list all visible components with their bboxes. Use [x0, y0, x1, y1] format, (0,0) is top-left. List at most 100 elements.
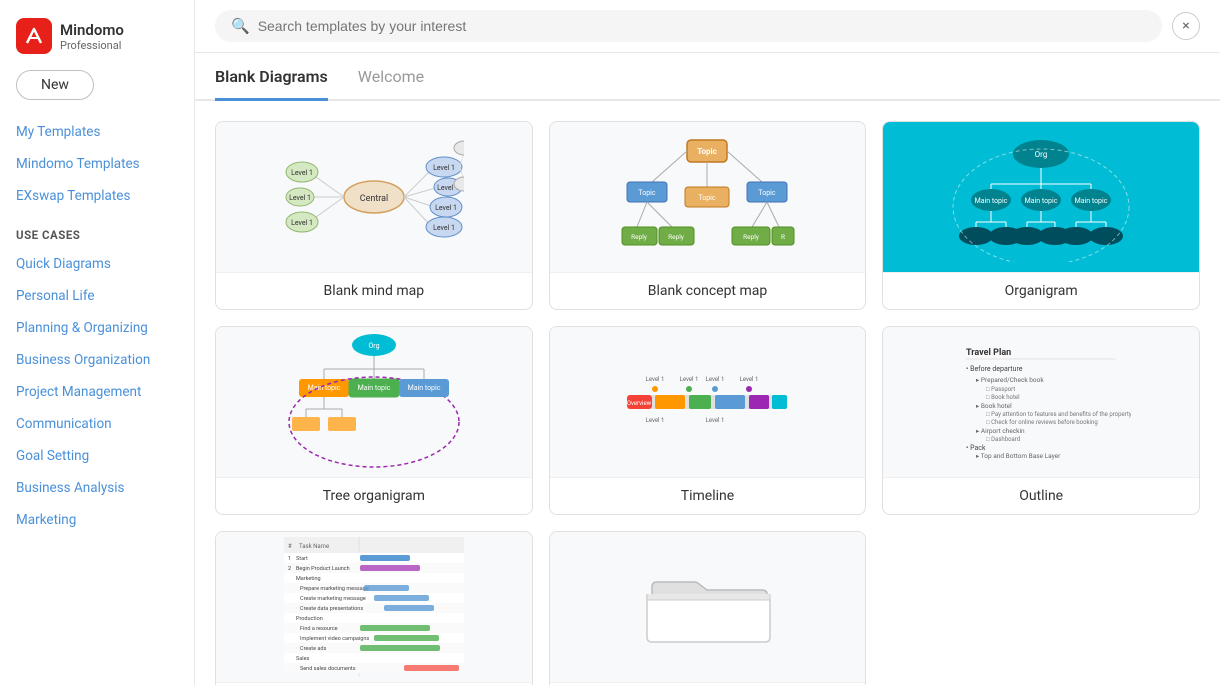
- svg-text:Overview: Overview: [627, 400, 652, 407]
- logo-area: Mindomo Professional: [0, 10, 194, 70]
- svg-text:▸ Book hotel: ▸ Book hotel: [976, 402, 1012, 410]
- svg-text:Main topic: Main topic: [407, 384, 440, 392]
- svg-text:1: 1: [288, 556, 291, 562]
- svg-text:Create ads: Create ads: [300, 646, 326, 652]
- template-card-folder[interactable]: Folder: [549, 531, 867, 685]
- sidebar-item-business-organization[interactable]: Business Organization: [0, 344, 194, 376]
- search-wrapper: 🔍: [215, 10, 1162, 42]
- svg-text:Level 1: Level 1: [680, 376, 699, 383]
- tabs-bar: Blank Diagrams Welcome: [195, 53, 1220, 101]
- svg-text:Level 1: Level 1: [289, 194, 311, 202]
- template-card-blank-mind-map[interactable]: Central Level 1 Level 1 Level 1: [215, 121, 533, 310]
- svg-text:Level 1: Level 1: [291, 169, 313, 177]
- template-label-blank-concept-map: Blank concept map: [550, 272, 866, 309]
- svg-text:Level 1: Level 1: [646, 376, 665, 383]
- svg-text:• Pack: • Pack: [966, 444, 986, 452]
- tab-blank-diagrams[interactable]: Blank Diagrams: [215, 53, 328, 101]
- sidebar-item-exswap-templates[interactable]: EXswap Templates: [0, 180, 194, 212]
- svg-text:Topic: Topic: [698, 147, 718, 156]
- svg-text:□ Dashboard: □ Dashboard: [986, 436, 1020, 443]
- template-label-timeline: Timeline: [550, 477, 866, 514]
- top-bar: 🔍 ×: [195, 0, 1220, 53]
- svg-text:Level 1: Level 1: [433, 164, 455, 172]
- mindomo-logo-icon: [16, 18, 52, 54]
- svg-text:□ Pay attention to features an: □ Pay attention to features and benefits…: [986, 411, 1131, 418]
- svg-text:Sales: Sales: [296, 656, 310, 662]
- svg-text:Org: Org: [1035, 150, 1048, 159]
- sidebar-item-goal-setting[interactable]: Goal Setting: [0, 440, 194, 472]
- svg-text:▸ Prepared/Check book: ▸ Prepared/Check book: [976, 376, 1044, 384]
- svg-text:Reply: Reply: [669, 233, 685, 241]
- svg-text:Create marketing message: Create marketing message: [300, 596, 366, 602]
- svg-text:Begin Product Launch: Begin Product Launch: [296, 566, 350, 572]
- svg-text:Topic: Topic: [759, 189, 776, 197]
- svg-text:Central: Central: [360, 194, 389, 204]
- svg-text:Topic: Topic: [639, 189, 656, 197]
- svg-text:2: 2: [288, 566, 291, 572]
- svg-text:Travel Plan: Travel Plan: [966, 348, 1011, 358]
- svg-text:□ Passport: □ Passport: [986, 386, 1015, 393]
- template-grid: Central Level 1 Level 1 Level 1: [215, 121, 1200, 685]
- svg-text:Level 1: Level 1: [291, 219, 313, 227]
- card-preview-blank-concept-map: Topic Topic Topic Rep: [550, 122, 866, 272]
- sidebar-item-business-analysis[interactable]: Business Analysis: [0, 472, 194, 504]
- svg-text:Level 1: Level 1: [740, 376, 759, 383]
- sidebar-item-planning-organizing[interactable]: Planning & Organizing: [0, 312, 194, 344]
- card-preview-organigram: Org Main topic Main topic Main topic: [883, 122, 1199, 272]
- svg-text:Reply: Reply: [632, 233, 648, 241]
- svg-text:Org: Org: [368, 342, 379, 350]
- new-button[interactable]: New: [16, 70, 94, 100]
- template-card-timeline[interactable]: Overview Level 1 Level 1: [549, 326, 867, 515]
- sidebar-item-marketing[interactable]: Marketing: [0, 504, 194, 536]
- sidebar-item-quick-diagrams[interactable]: Quick Diagrams: [0, 248, 194, 280]
- logo-text: Mindomo Professional: [60, 21, 124, 52]
- template-card-blank-concept-map[interactable]: Topic Topic Topic Rep: [549, 121, 867, 310]
- template-label-outline: Outline: [883, 477, 1199, 514]
- svg-text:Find a resource: Find a resource: [300, 626, 338, 632]
- svg-text:Main topic: Main topic: [1075, 197, 1108, 205]
- close-button[interactable]: ×: [1172, 12, 1200, 40]
- main-content: 🔍 × Blank Diagrams Welcome Central Level…: [195, 0, 1220, 685]
- svg-text:Main topic: Main topic: [1025, 197, 1058, 205]
- svg-text:Level 1: Level 1: [646, 417, 665, 424]
- template-label-tree-organigram: Tree organigram: [216, 477, 532, 514]
- svg-text:Prepare marketing message: Prepare marketing message: [300, 586, 369, 592]
- svg-text:Main topic: Main topic: [357, 384, 390, 392]
- card-preview-outline: Travel Plan • Before departure ▸ Prepare…: [883, 327, 1199, 477]
- sidebar: Mindomo Professional New My Templates Mi…: [0, 0, 195, 685]
- sidebar-item-project-management[interactable]: Project Management: [0, 376, 194, 408]
- svg-text:Create data presentations: Create data presentations: [300, 606, 363, 612]
- template-card-tree-organigram[interactable]: Org Main topic: [215, 326, 533, 515]
- svg-text:Level 1: Level 1: [433, 224, 455, 232]
- svg-text:Production: Production: [296, 616, 323, 622]
- svg-text:Level 1: Level 1: [706, 417, 725, 424]
- svg-text:Implement video campaigns: Implement video campaigns: [300, 636, 369, 642]
- svg-text:▸ Airport checkin: ▸ Airport checkin: [976, 427, 1025, 435]
- template-card-gantt-chart[interactable]: # Task Name 1 Start 2 Begin Product Laun…: [215, 531, 533, 685]
- card-preview-folder: [550, 532, 866, 682]
- svg-text:Marketing: Marketing: [296, 576, 321, 582]
- sidebar-item-my-templates[interactable]: My Templates: [0, 116, 194, 148]
- template-card-outline[interactable]: Travel Plan • Before departure ▸ Prepare…: [882, 326, 1200, 515]
- sidebar-item-mindomo-templates[interactable]: Mindomo Templates: [0, 148, 194, 180]
- tab-welcome[interactable]: Welcome: [358, 53, 424, 101]
- svg-text:Task Name: Task Name: [299, 543, 329, 550]
- card-preview-timeline: Overview Level 1 Level 1: [550, 327, 866, 477]
- svg-text:Level 1: Level 1: [435, 204, 457, 212]
- sidebar-item-communication[interactable]: Communication: [0, 408, 194, 440]
- svg-text:Main topic: Main topic: [975, 197, 1008, 205]
- search-input[interactable]: [258, 18, 1146, 34]
- template-label-blank-mind-map: Blank mind map: [216, 272, 532, 309]
- template-label-organigram: Organigram: [883, 272, 1199, 309]
- card-preview-gantt: # Task Name 1 Start 2 Begin Product Laun…: [216, 532, 532, 682]
- svg-text:▸ Top and Bottom Base Layer: ▸ Top and Bottom Base Layer: [976, 452, 1061, 460]
- svg-text:Topic: Topic: [699, 194, 716, 202]
- svg-text:Reply: Reply: [744, 233, 760, 241]
- svg-text:R: R: [781, 233, 785, 241]
- logo-subtitle: Professional: [60, 39, 124, 52]
- card-preview-tree-organigram: Org Main topic: [216, 327, 532, 477]
- template-card-organigram[interactable]: Org Main topic Main topic Main topic: [882, 121, 1200, 310]
- svg-text:Start: Start: [296, 556, 308, 562]
- sidebar-item-personal-life[interactable]: Personal Life: [0, 280, 194, 312]
- card-preview-blank-mind-map: Central Level 1 Level 1 Level 1: [216, 122, 532, 272]
